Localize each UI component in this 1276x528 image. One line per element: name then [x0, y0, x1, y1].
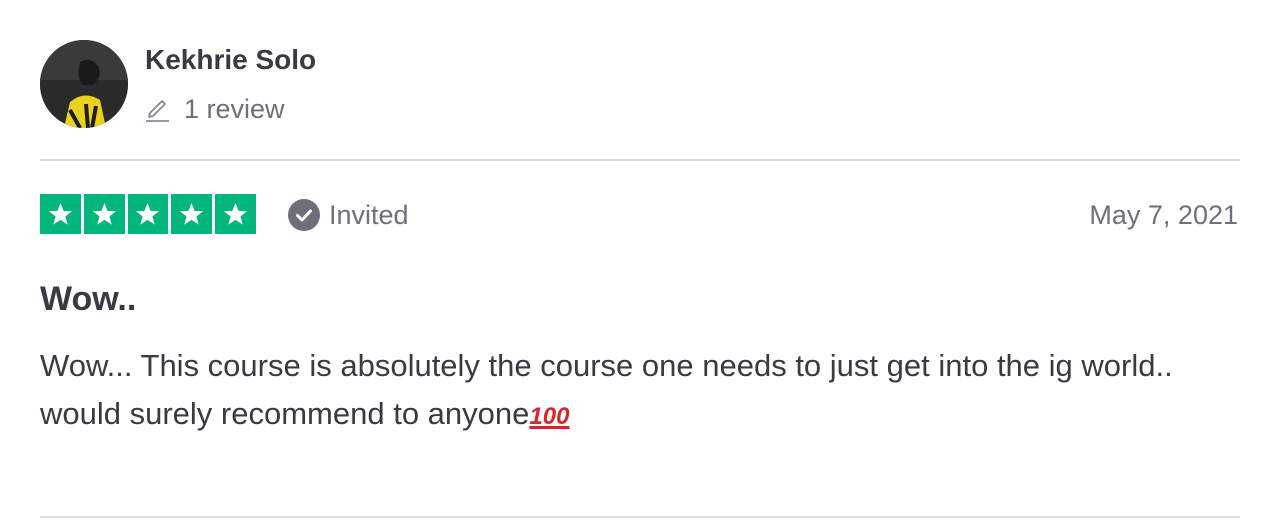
rating-star — [40, 194, 81, 234]
reviewer-name[interactable]: Kekhrie Solo — [145, 44, 316, 76]
review-body-line: Wow... This course is absolutely the cou… — [40, 348, 1173, 383]
review-body: Wow... This course is absolutely the cou… — [40, 342, 1220, 441]
review-title: Wow.. — [40, 280, 137, 318]
check-circle-icon — [288, 199, 320, 231]
invited-badge[interactable]: Invited — [288, 198, 409, 232]
review-count: 1 review — [145, 92, 285, 126]
divider — [40, 516, 1240, 518]
reviewer-photo-icon — [40, 40, 128, 128]
divider — [40, 159, 1240, 161]
pencil-icon — [146, 100, 169, 122]
review-body-line: would surely recommend to anyone100 — [40, 396, 570, 431]
rating-star — [171, 194, 213, 234]
star-icon — [48, 202, 72, 225]
hundred-points-icon: 100 — [529, 403, 570, 430]
rating-star — [127, 194, 169, 234]
star-rating — [40, 194, 256, 234]
rating-star — [215, 194, 256, 234]
star-icon — [180, 202, 204, 225]
invited-label: Invited — [329, 199, 409, 230]
star-icon — [223, 202, 248, 225]
review-count-label: 1 review — [184, 93, 285, 124]
star-icon — [136, 202, 160, 225]
rating-star — [83, 194, 125, 234]
avatar[interactable] — [40, 40, 128, 128]
star-icon — [92, 202, 116, 225]
review-date: May 7, 2021 — [1089, 200, 1238, 230]
